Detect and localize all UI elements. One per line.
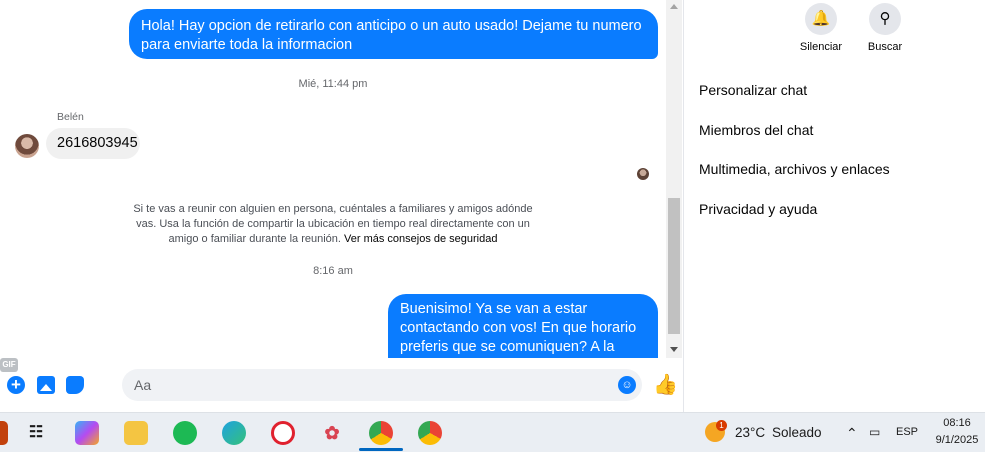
app-sketch-icon[interactable]: ✿ xyxy=(320,421,344,445)
mute-button[interactable]: 🔔 Silenciar xyxy=(791,3,851,53)
mute-label: Silenciar xyxy=(799,41,843,53)
chrome-profile-icon[interactable] xyxy=(369,421,393,445)
weather-description[interactable]: Soleado xyxy=(772,425,822,440)
panel-item-privacy-help[interactable]: Privacidad y ayuda xyxy=(699,201,817,217)
chat-transcript[interactable]: Hola! Hay opcion de retirarlo con antici… xyxy=(0,0,666,358)
scrollbar-thumb[interactable] xyxy=(668,198,680,334)
chat-scrollbar[interactable] xyxy=(666,0,682,358)
panel-item-media-files-links[interactable]: Multimedia, archivos y enlaces xyxy=(699,161,890,177)
outgoing-message[interactable]: Buenisimo! Ya se van a estar contactando… xyxy=(388,294,658,358)
emoji-icon[interactable]: ☺ xyxy=(618,376,636,394)
messenger-window: Hola! Hay opcion de retirarlo con antici… xyxy=(0,0,985,452)
active-app-indicator xyxy=(359,448,403,451)
panel-item-chat-members[interactable]: Miembros del chat xyxy=(699,122,813,138)
language-indicator[interactable]: ESP xyxy=(896,426,918,438)
weather-temperature[interactable]: 23°C xyxy=(735,425,765,440)
spotify-icon[interactable] xyxy=(173,421,197,445)
message-input[interactable]: Aa ☺ xyxy=(122,369,642,401)
incoming-message[interactable]: 2616803945 xyxy=(46,128,140,159)
battery-icon[interactable]: ▭ xyxy=(869,425,880,439)
timestamp: 8:16 am xyxy=(313,265,353,277)
clock-time[interactable]: 08:16 xyxy=(930,417,984,429)
sticker-icon[interactable] xyxy=(66,376,84,394)
gif-icon[interactable]: GIF xyxy=(0,358,18,372)
scroll-down-arrow-icon[interactable] xyxy=(670,347,678,352)
opera-icon[interactable] xyxy=(271,421,295,445)
chevron-up-icon[interactable]: ⌃ xyxy=(846,425,858,442)
plus-icon[interactable]: + xyxy=(7,376,25,394)
edge-icon[interactable] xyxy=(222,421,246,445)
chrome-icon[interactable] xyxy=(418,421,442,445)
safety-notice: Si te vas a reunir con alguien en person… xyxy=(128,202,538,247)
weather-badge: 1 xyxy=(716,420,727,431)
search-button[interactable]: ⚲ Buscar xyxy=(855,3,915,53)
image-icon[interactable] xyxy=(37,376,55,394)
scroll-up-arrow-icon[interactable] xyxy=(670,4,678,9)
message-composer: + GIF Aa ☺ 👍 xyxy=(0,358,683,412)
app-partial-icon[interactable] xyxy=(0,421,8,445)
taskbar: ☷ ✿ 1 23°C Soleado ⌃ ▭ ESP 08:16 9/1/202… xyxy=(0,412,985,452)
search-icon: ⚲ xyxy=(869,3,901,35)
message-input-placeholder: Aa xyxy=(134,377,152,393)
timestamp: Mié, 11:44 pm xyxy=(298,78,368,90)
task-view-icon[interactable]: ☷ xyxy=(24,421,48,445)
safety-link[interactable]: Ver más consejos de seguridad xyxy=(344,233,497,245)
outgoing-message[interactable]: Hola! Hay opcion de retirarlo con antici… xyxy=(129,9,658,59)
copilot-icon[interactable] xyxy=(75,421,99,445)
clock-date[interactable]: 9/1/2025 xyxy=(930,434,984,446)
avatar[interactable] xyxy=(15,134,39,158)
bell-icon: 🔔 xyxy=(805,3,837,35)
panel-item-customize-chat[interactable]: Personalizar chat xyxy=(699,82,807,98)
file-explorer-icon[interactable] xyxy=(124,421,148,445)
thumbs-up-icon[interactable]: 👍 xyxy=(653,374,678,396)
sender-name: Belén xyxy=(57,111,84,123)
search-label: Buscar xyxy=(867,41,903,53)
chat-info-panel: 🔔 Silenciar ⚲ Buscar Personalizar chat M… xyxy=(684,0,985,412)
seen-avatar xyxy=(637,168,649,180)
